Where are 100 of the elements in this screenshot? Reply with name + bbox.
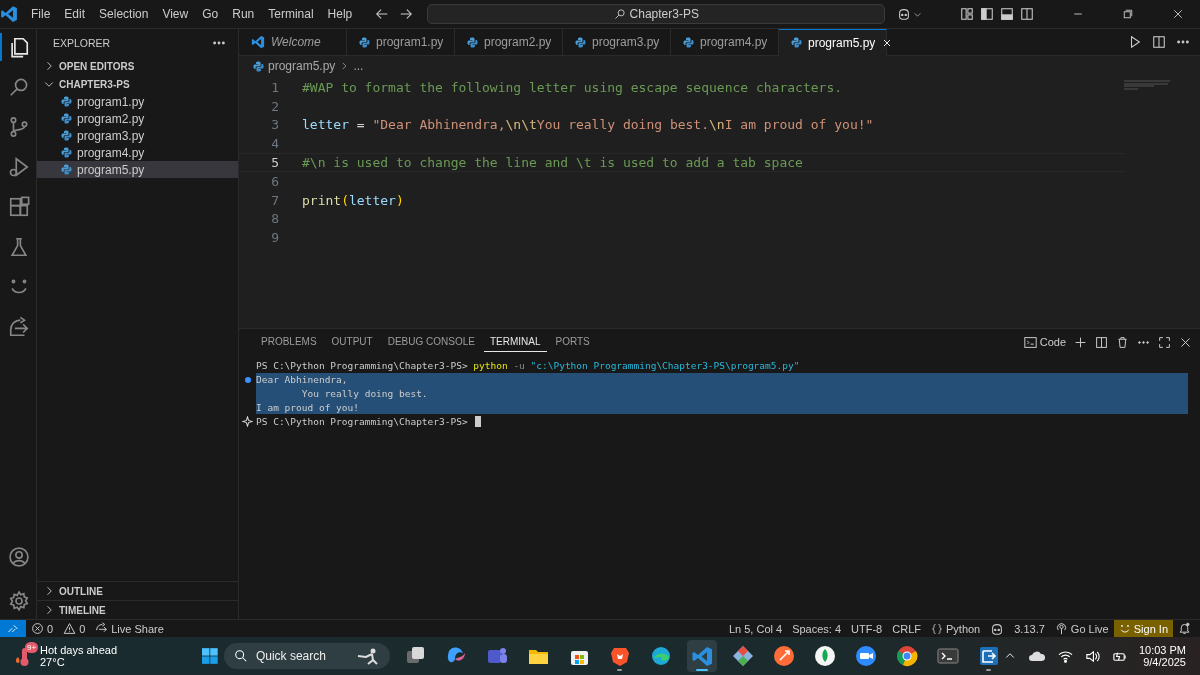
split-editor-icon[interactable] [1152, 35, 1166, 49]
explorer-entry[interactable]: program2.py [37, 110, 238, 127]
explorer-entry[interactable]: program3.py [37, 127, 238, 144]
status-item[interactable]: 0 [26, 620, 59, 637]
chrome-icon[interactable] [895, 645, 918, 667]
explorer-entry[interactable]: program4.py [37, 144, 238, 161]
diamond-icon[interactable] [731, 645, 754, 667]
status-dot-icon[interactable] [244, 376, 251, 383]
forward-arrow-icon[interactable] [399, 7, 414, 21]
close-icon[interactable] [1172, 8, 1184, 20]
sparkle-icon[interactable] [242, 415, 253, 427]
section-header[interactable]: CHAPTER3-PS [37, 75, 238, 93]
plus-icon[interactable] [1074, 335, 1087, 349]
broadcast-icon [1054, 622, 1068, 635]
trash-icon[interactable] [1116, 335, 1129, 349]
windows-start-icon[interactable] [202, 646, 218, 666]
editor-tab[interactable]: program3.py [563, 29, 671, 56]
panel-tab[interactable]: DEBUG CONSOLE [381, 332, 481, 352]
speaker-icon[interactable] [1084, 648, 1100, 664]
run-debug-icon[interactable] [8, 156, 30, 178]
maximize-icon[interactable] [1158, 335, 1171, 349]
section-header[interactable]: OUTLINE [37, 581, 238, 600]
python-file-icon [791, 37, 802, 48]
status-item[interactable]: UTF-8 [846, 620, 888, 637]
editor-tab[interactable]: program2.py [455, 29, 563, 56]
status-item[interactable]: Go Live [1049, 620, 1114, 637]
extensions-icon[interactable] [8, 196, 30, 218]
back-arrow-icon[interactable] [375, 7, 390, 21]
settings-icon[interactable] [8, 590, 30, 612]
status-item[interactable]: Live Share [90, 620, 169, 637]
panel-tab[interactable]: PORTS [549, 332, 596, 352]
status-item[interactable]: Ln 5, Col 4 [723, 620, 788, 637]
command-center-field[interactable]: Chapter3-PS [427, 4, 886, 24]
search-icon[interactable] [8, 76, 30, 98]
split-terminal-icon[interactable] [1095, 335, 1108, 349]
layout-icon[interactable] [960, 7, 974, 21]
python-file-icon [61, 147, 72, 158]
files-icon[interactable] [8, 36, 30, 58]
panel-tab[interactable]: PROBLEMS [255, 332, 323, 352]
restore-icon[interactable] [1122, 8, 1134, 20]
menu-item[interactable]: View [155, 4, 196, 24]
terminal-selector[interactable]: Code [1023, 335, 1066, 349]
python-file-icon [61, 130, 72, 141]
run-icon[interactable] [1128, 35, 1142, 49]
line-number: 3 [270, 117, 280, 133]
status-item[interactable]: 0 [58, 620, 91, 637]
clock-time[interactable]: 10:03 PM [1138, 644, 1186, 656]
minimap-drawing [1124, 80, 1172, 92]
menu-item[interactable]: Terminal [261, 4, 321, 24]
status-item[interactable]: 3.13.7 [1009, 620, 1050, 637]
status-item[interactable]: Sign In [1113, 620, 1173, 637]
status-item[interactable]: Python [926, 620, 986, 637]
menu-item[interactable]: Selection [92, 4, 156, 24]
editor-tab[interactable]: program5.py [779, 29, 887, 56]
edge-icon[interactable] [649, 645, 672, 667]
menu-item[interactable]: File [24, 4, 58, 24]
panel-tab[interactable]: TERMINAL [483, 332, 547, 352]
cursor [475, 415, 482, 427]
live-share-icon [95, 622, 109, 635]
split-layout-icon[interactable] [1020, 7, 1034, 21]
python-file-icon [359, 36, 370, 48]
editor-tab[interactable]: program1.py [347, 29, 455, 56]
video-icon[interactable] [854, 645, 877, 667]
menu-item[interactable]: Edit [57, 4, 93, 24]
breadcrumb-item[interactable]: program5.py [268, 59, 336, 73]
line-number: 2 [270, 98, 280, 114]
cloud-icon[interactable] [1027, 650, 1046, 662]
line-number: 6 [270, 173, 280, 189]
python-file-icon [467, 36, 478, 48]
sidebar-toggle-icon[interactable] [980, 7, 994, 21]
account-icon[interactable] [8, 546, 30, 568]
editor-tab[interactable]: Welcome [239, 29, 347, 56]
smile-icon [1118, 622, 1131, 635]
search-field[interactable]: Quick search [255, 649, 346, 663]
status-item[interactable]: CRLF [887, 620, 926, 637]
panel-tab[interactable]: OUTPUT [325, 332, 379, 352]
rocket-icon[interactable] [772, 645, 795, 667]
live-share-icon[interactable] [8, 316, 30, 338]
branch-icon[interactable] [8, 116, 30, 138]
wifi-icon[interactable] [1057, 648, 1073, 664]
terminal-icon[interactable] [936, 645, 959, 667]
flask-icon[interactable] [8, 236, 30, 258]
vscode-icon[interactable] [690, 645, 713, 667]
search-box[interactable]: Quick search [223, 643, 390, 669]
leaf-icon[interactable] [813, 645, 836, 667]
section-header[interactable]: OPEN EDITORS [37, 57, 238, 75]
explorer-entry[interactable]: program5.py [37, 161, 238, 178]
python-file-icon [253, 60, 264, 72]
status-item[interactable]: Spaces: 4 [787, 620, 847, 637]
explorer-entry[interactable]: program1.py [37, 93, 238, 110]
panel-toggle-icon[interactable] [1000, 7, 1014, 21]
clock-date[interactable]: 9/4/2025 [1143, 656, 1186, 668]
weather-title[interactable]: Hot days ahead [40, 644, 118, 656]
menu-item[interactable]: Run [225, 4, 262, 24]
menu-item[interactable]: Help [320, 4, 360, 24]
transfer-icon[interactable] [977, 645, 1000, 667]
lion-icon[interactable] [608, 645, 631, 667]
menu-item[interactable]: Go [195, 4, 226, 24]
close-icon[interactable] [1179, 335, 1192, 349]
breadcrumb-item[interactable]: ... [353, 59, 364, 73]
